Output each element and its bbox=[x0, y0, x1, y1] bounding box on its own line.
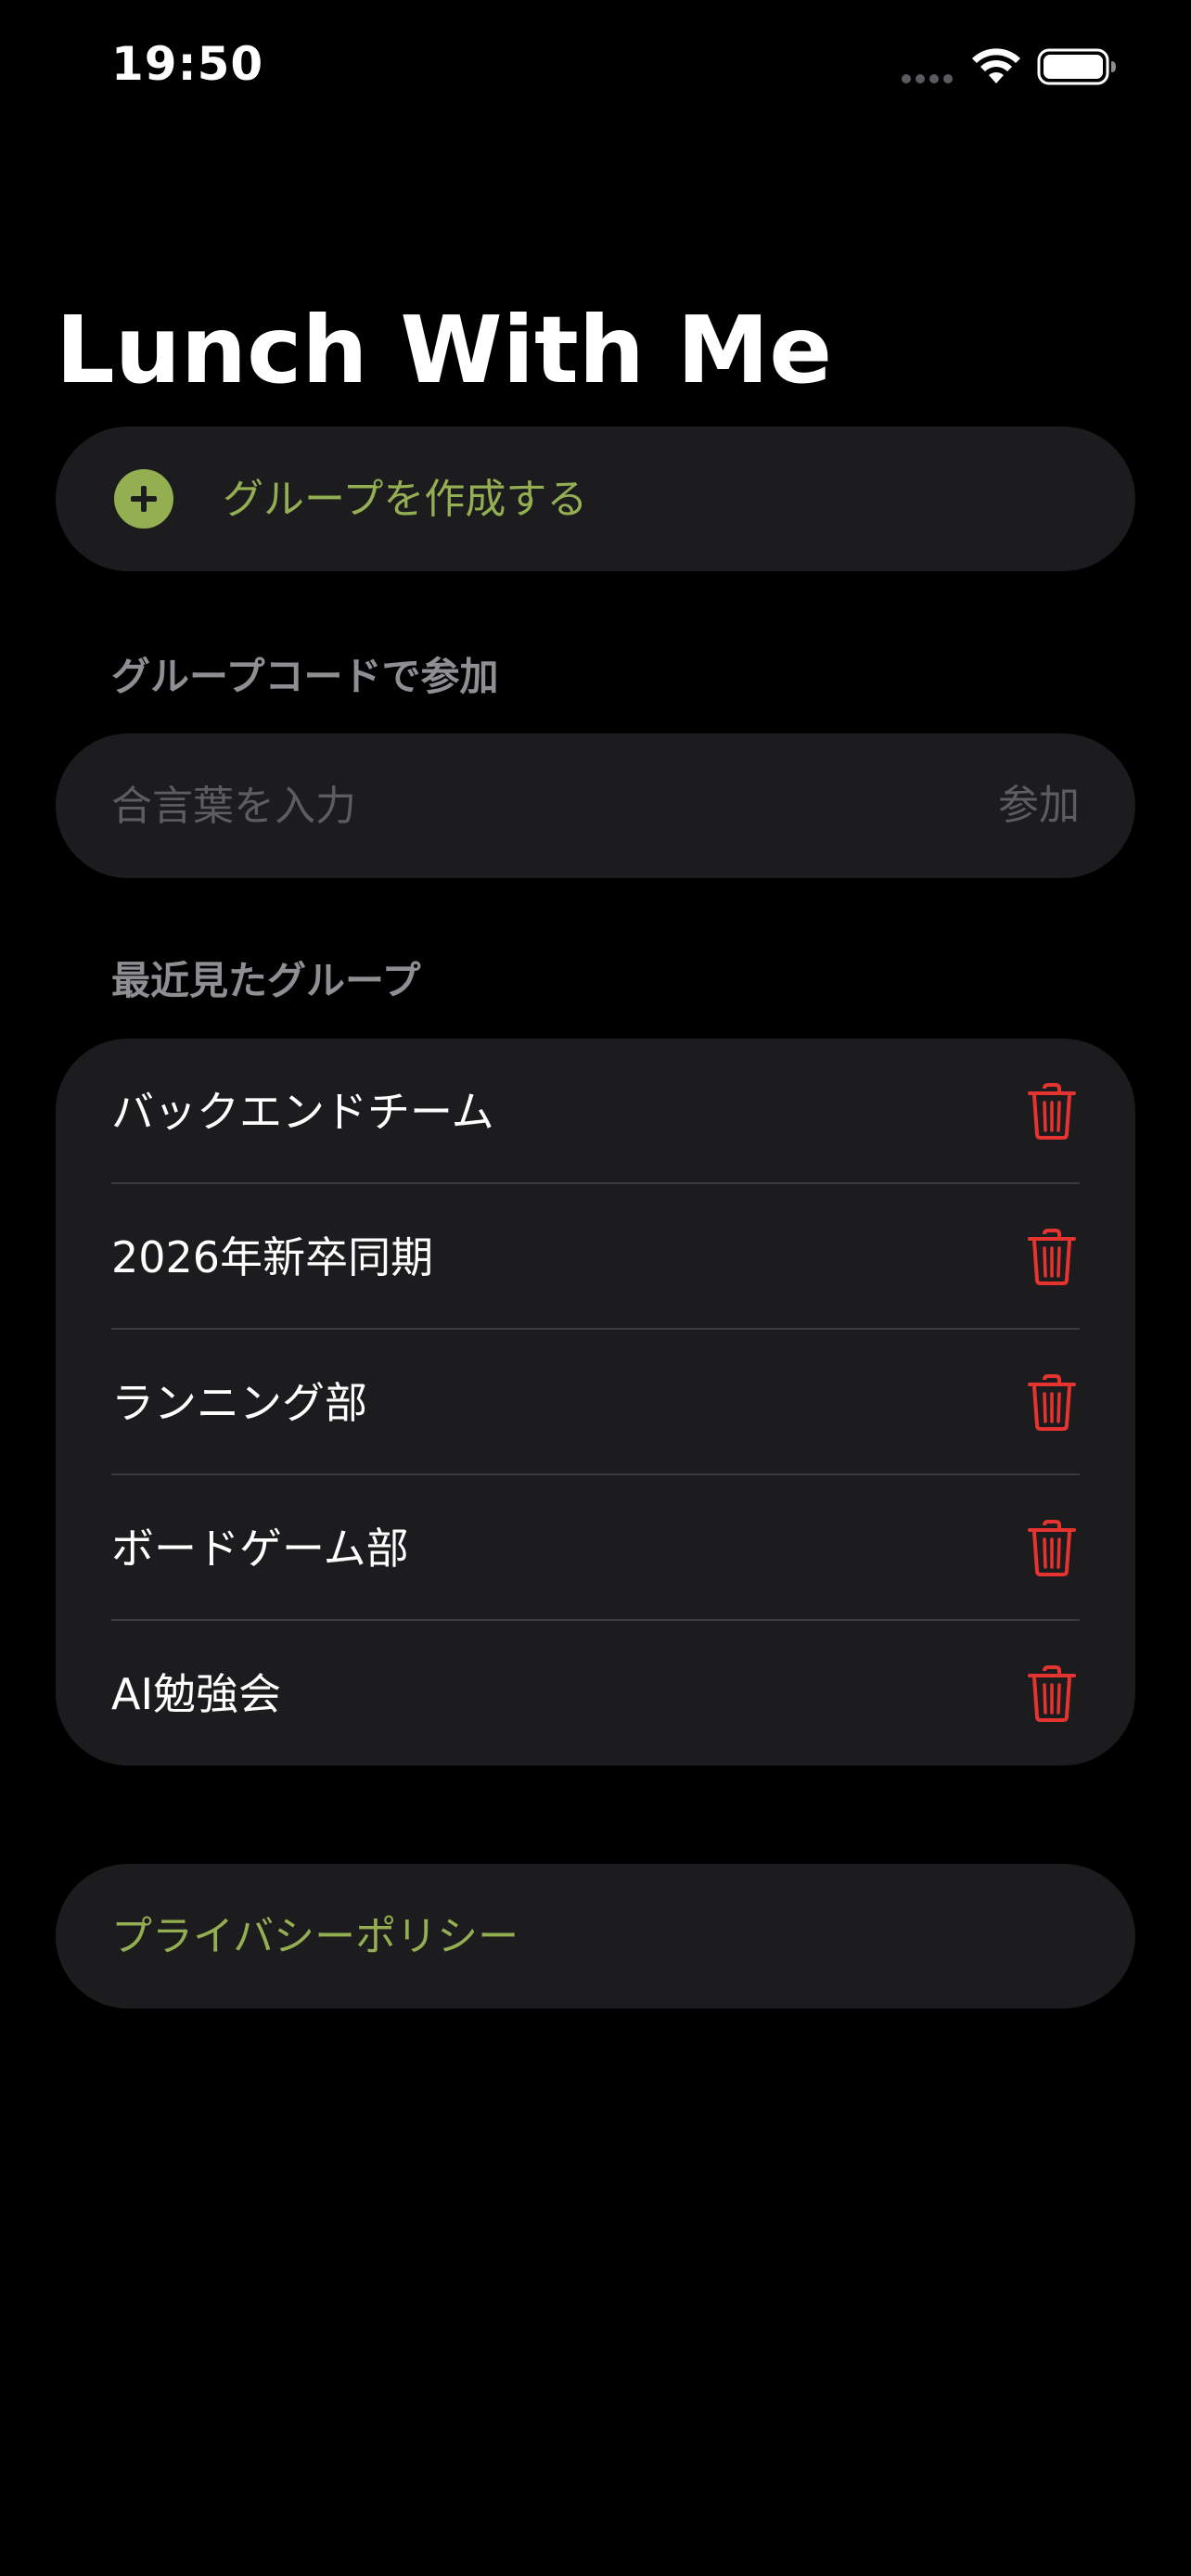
trash-icon[interactable] bbox=[1028, 1374, 1076, 1432]
trash-icon[interactable] bbox=[1028, 1520, 1076, 1577]
group-row-running-club[interactable]: ランニング部 bbox=[56, 1330, 1135, 1475]
recent-section-header: 最近見たグループ bbox=[111, 958, 421, 1003]
create-group-label: グループを作成する bbox=[223, 476, 588, 523]
group-row-backend-team[interactable]: バックエンドチーム bbox=[56, 1039, 1135, 1184]
group-row-ai-study[interactable]: AI勉強会 bbox=[56, 1621, 1135, 1766]
recent-groups-list: バックエンドチーム 2026年新卒同期 ランニング部 ボードゲーム部 AI勉強会 bbox=[56, 1039, 1135, 1766]
status-time: 19:50 bbox=[111, 37, 264, 91]
plus-circle-icon bbox=[114, 469, 173, 529]
join-code-card: 参加 bbox=[56, 733, 1135, 878]
group-name: 2026年新卒同期 bbox=[111, 1232, 434, 1282]
battery-icon bbox=[1037, 48, 1116, 85]
wifi-icon bbox=[972, 48, 1020, 83]
group-name: AI勉強会 bbox=[111, 1669, 282, 1719]
privacy-policy-link[interactable]: プライバシーポリシー bbox=[56, 1864, 1135, 2009]
group-row-2026-new-grads[interactable]: 2026年新卒同期 bbox=[56, 1184, 1135, 1330]
create-group-button[interactable]: グループを作成する bbox=[56, 427, 1135, 571]
cellular-signal-icon bbox=[902, 74, 953, 83]
trash-icon[interactable] bbox=[1028, 1665, 1076, 1723]
join-button[interactable]: 参加 bbox=[998, 780, 1080, 832]
page-title: Lunch With Me bbox=[56, 296, 833, 404]
trash-icon[interactable] bbox=[1028, 1083, 1076, 1141]
privacy-policy-label: プライバシーポリシー bbox=[111, 1913, 519, 1960]
status-bar: 19:50 bbox=[0, 0, 1191, 139]
join-code-input[interactable] bbox=[111, 776, 946, 835]
join-section-header: グループコードで参加 bbox=[111, 654, 499, 699]
group-name: ボードゲーム部 bbox=[111, 1524, 409, 1574]
group-row-board-game-club[interactable]: ボードゲーム部 bbox=[56, 1475, 1135, 1621]
group-name: バックエンドチーム bbox=[111, 1087, 494, 1137]
trash-icon[interactable] bbox=[1028, 1229, 1076, 1286]
group-name: ランニング部 bbox=[111, 1378, 367, 1428]
